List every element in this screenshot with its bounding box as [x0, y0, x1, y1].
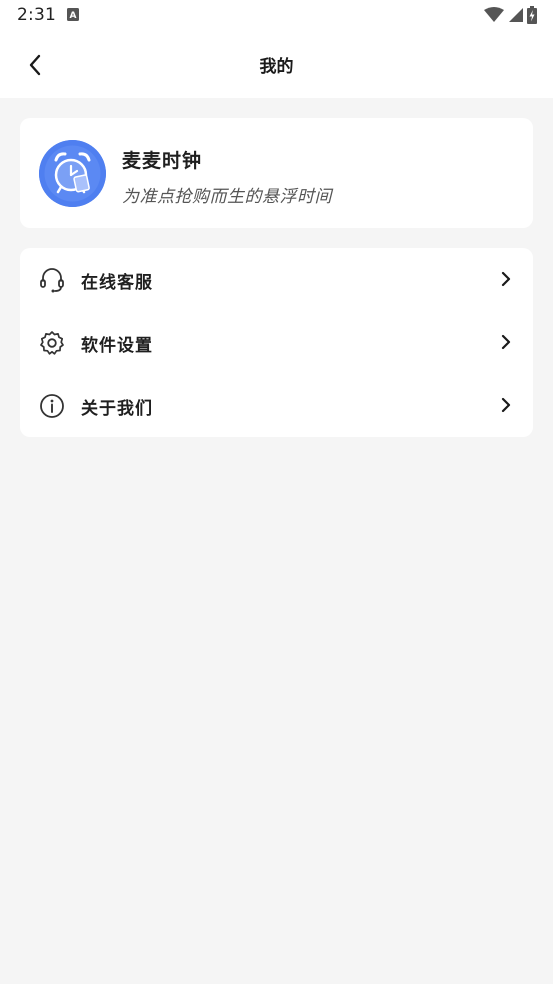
menu-item-label: 软件设置 — [81, 336, 153, 356]
svg-text:A: A — [70, 11, 77, 21]
app-bar: 我的 — [0, 30, 553, 98]
page-title: 我的 — [259, 57, 294, 77]
cellular-signal-icon — [509, 8, 523, 22]
status-bar: 2:31 A — [0, 0, 553, 30]
menu-item-label: 关于我们 — [81, 399, 153, 419]
info-icon — [40, 394, 64, 418]
chevron-right-icon — [501, 271, 511, 287]
status-icons — [484, 6, 537, 24]
profile-card[interactable]: 麦麦时钟 为准点抢购而生的悬浮时间 — [20, 118, 533, 228]
wifi-icon — [484, 7, 504, 22]
menu-item-about-us[interactable]: 关于我们 — [20, 374, 533, 437]
app-slogan: 为准点抢购而生的悬浮时间 — [122, 187, 332, 207]
menu-item-label: 在线客服 — [81, 273, 153, 293]
headset-icon — [40, 268, 64, 293]
gear-icon — [40, 331, 64, 355]
avatar — [39, 140, 106, 207]
menu-item-online-service[interactable]: 在线客服 — [20, 248, 533, 311]
menu-item-settings[interactable]: 软件设置 — [20, 311, 533, 374]
alarm-clock-icon — [39, 140, 106, 207]
status-app-icon: A — [67, 8, 79, 21]
app-name: 麦麦时钟 — [122, 150, 203, 172]
chevron-right-icon — [501, 334, 511, 350]
status-time: 2:31 — [17, 5, 56, 25]
battery-charging-icon — [527, 6, 537, 24]
chevron-right-icon — [501, 397, 511, 413]
menu-card: 在线客服 软件设置 关于我们 — [20, 248, 533, 437]
